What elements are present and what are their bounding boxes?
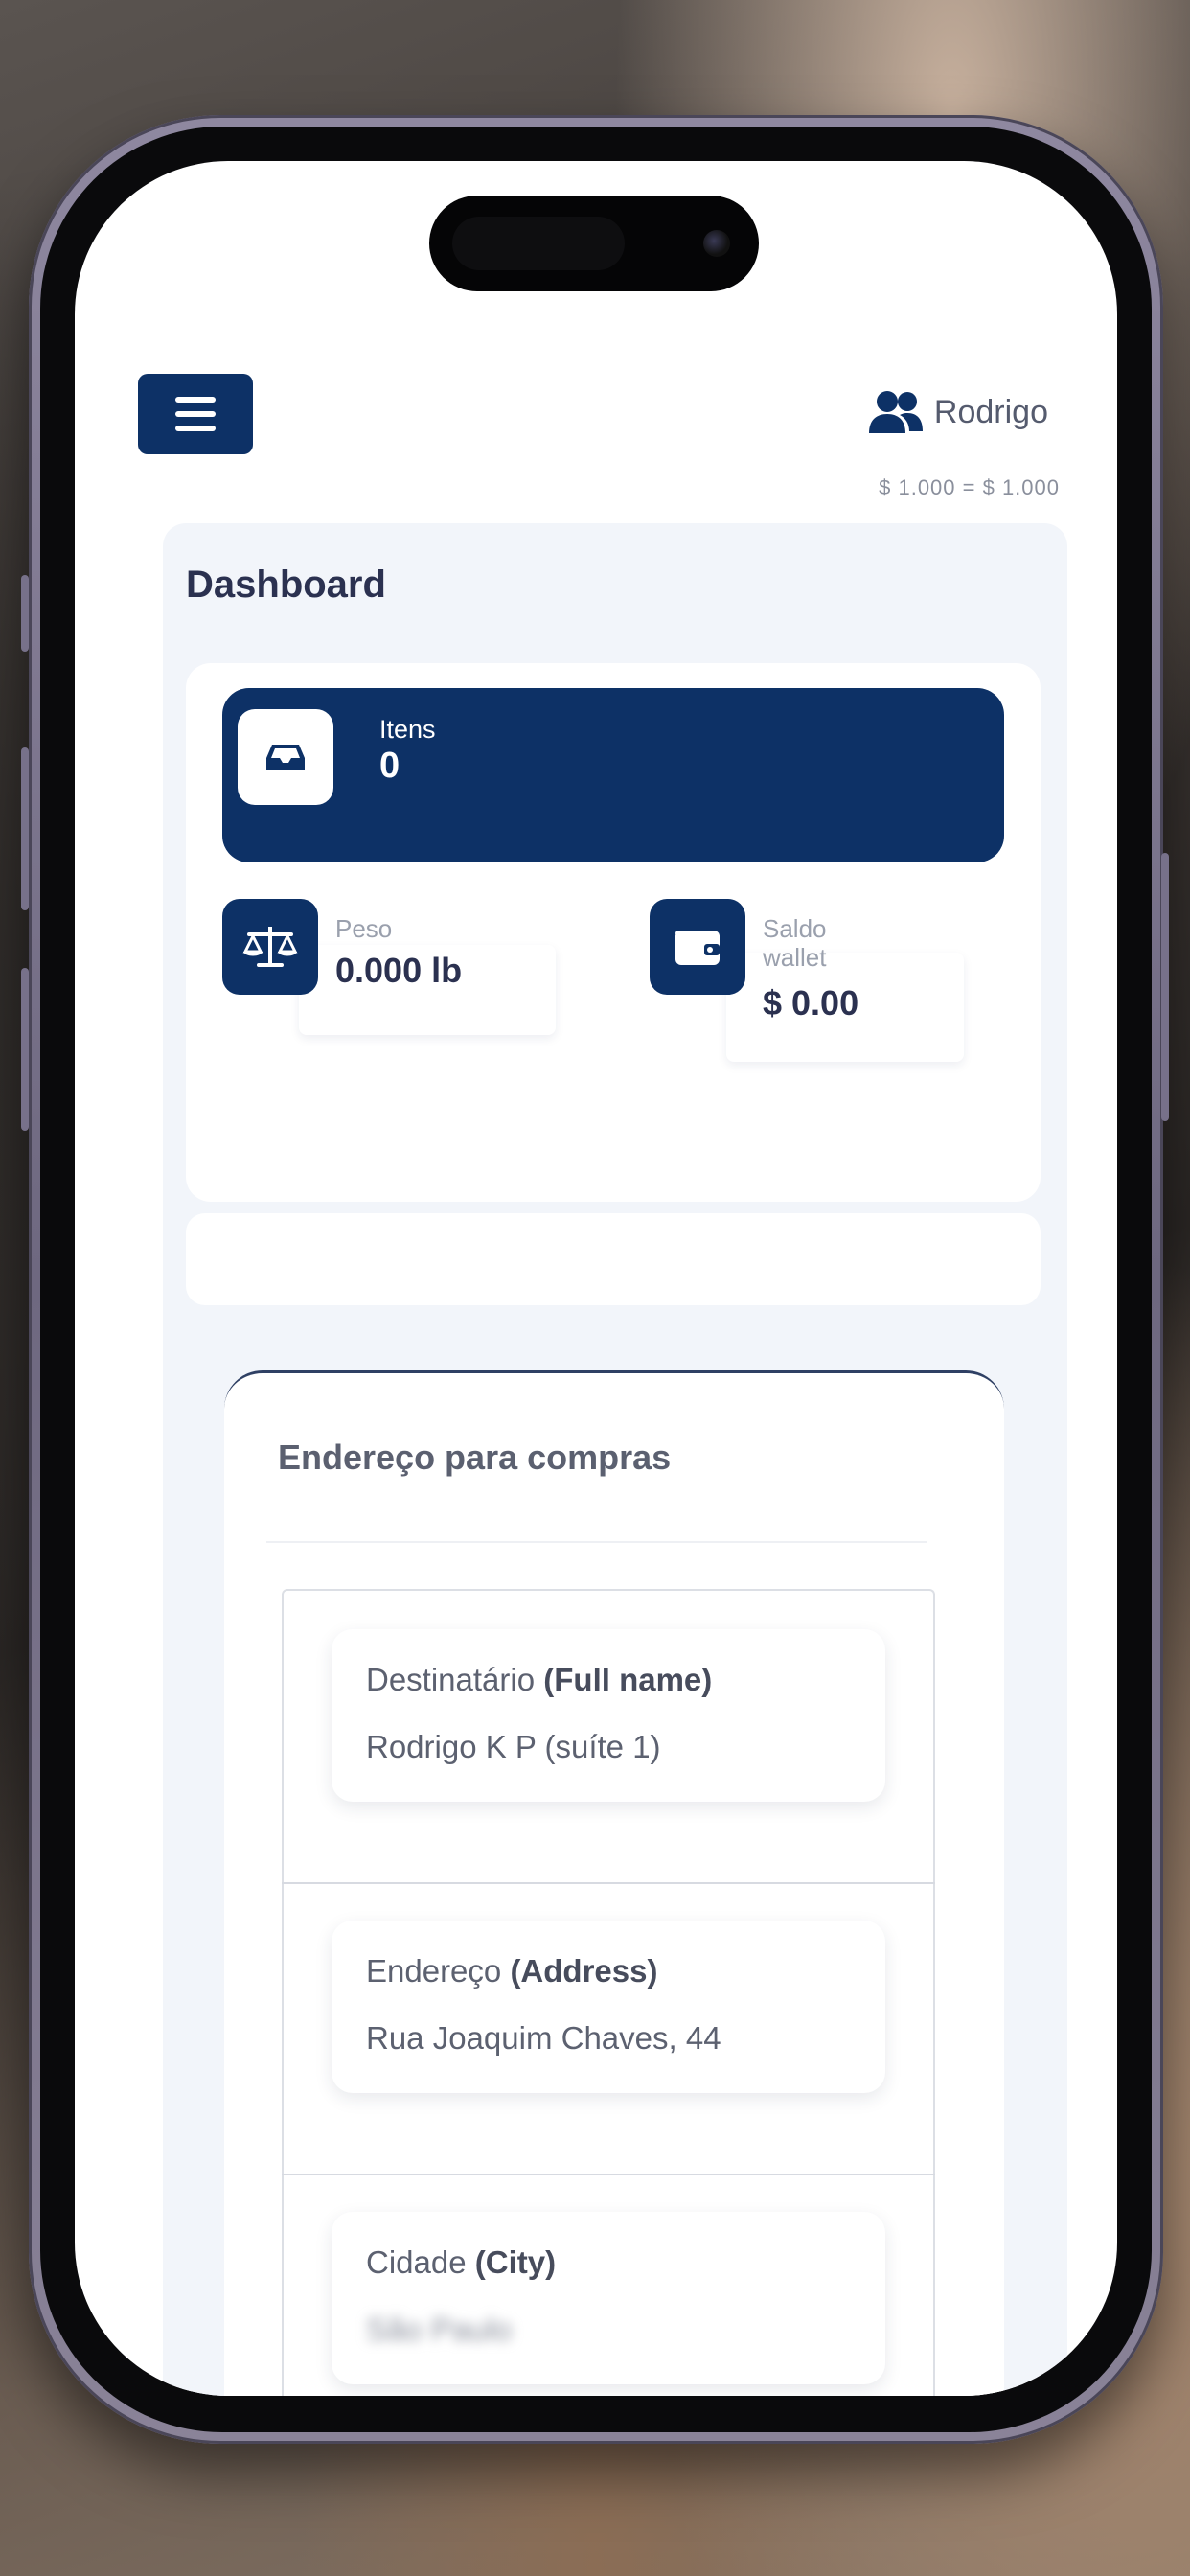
divider bbox=[266, 1541, 927, 1543]
wallet-label-line2: wallet bbox=[763, 943, 827, 972]
weight-label: Peso bbox=[335, 914, 393, 943]
menu-icon-bar bbox=[175, 411, 216, 417]
phone-volume-down bbox=[21, 968, 29, 1131]
page-title: Dashboard bbox=[186, 564, 386, 606]
field-label-text: Destinatário bbox=[366, 1662, 536, 1697]
field-label-text: Endereço bbox=[366, 1953, 502, 1989]
items-value: 0 bbox=[379, 746, 400, 786]
field-label-en: (Address) bbox=[510, 1953, 658, 1989]
wallet-value: $ 0.00 bbox=[763, 983, 859, 1023]
items-icon-tile bbox=[238, 709, 333, 805]
wallet-icon-tile bbox=[650, 899, 745, 995]
scale-icon bbox=[242, 927, 298, 967]
dynamic-island bbox=[429, 196, 759, 291]
field-value-city: São Paulo bbox=[366, 2312, 513, 2347]
field-label-en: (City) bbox=[474, 2244, 557, 2280]
field-label-full-name: Destinatário (Full name) bbox=[366, 1662, 712, 1698]
field-label-text: Cidade bbox=[366, 2244, 467, 2280]
weight-value: 0.000 lb bbox=[335, 951, 463, 990]
divider bbox=[282, 2174, 935, 2175]
phone-screen: Rodrigo $ 1.000 = $ 1.000 Dashboard Iten… bbox=[75, 161, 1117, 2396]
front-camera bbox=[703, 230, 730, 257]
field-value-full-name: Rodrigo K P (suíte 1) bbox=[366, 1729, 661, 1764]
island-sensor bbox=[452, 217, 625, 270]
inbox-icon bbox=[266, 745, 305, 770]
wallet-icon bbox=[675, 931, 720, 965]
wallet-label: Saldo wallet bbox=[763, 914, 827, 972]
user-profile[interactable]: Rodrigo bbox=[867, 389, 1048, 435]
exchange-rate: $ 1.000 = $ 1.000 bbox=[879, 475, 1060, 499]
address-title: Endereço para compras bbox=[278, 1438, 672, 1477]
phone-action-button bbox=[21, 575, 29, 652]
items-stat-banner[interactable] bbox=[222, 688, 1004, 862]
users-icon bbox=[868, 391, 923, 433]
wallet-label-line1: Saldo bbox=[763, 914, 827, 943]
menu-button[interactable] bbox=[138, 374, 253, 454]
divider bbox=[282, 1882, 935, 1884]
field-label-en: (Full name) bbox=[543, 1662, 713, 1697]
empty-card bbox=[186, 1213, 1041, 1305]
phone-power-button bbox=[1161, 853, 1169, 1121]
weight-icon-tile bbox=[222, 899, 318, 995]
field-label-address: Endereço (Address) bbox=[366, 1953, 657, 1990]
user-name: Rodrigo bbox=[933, 393, 1048, 430]
menu-icon-bar bbox=[175, 426, 216, 431]
field-value-address: Rua Joaquim Chaves, 44 bbox=[366, 2020, 721, 2056]
menu-icon bbox=[175, 397, 216, 402]
phone-volume-up bbox=[21, 748, 29, 910]
address-field-city[interactable] bbox=[332, 2212, 885, 2384]
field-label-city: Cidade (City) bbox=[366, 2244, 556, 2281]
items-label: Itens bbox=[379, 715, 436, 744]
address-field-full-name[interactable] bbox=[332, 1629, 885, 1802]
address-field-address[interactable] bbox=[332, 1920, 885, 2093]
